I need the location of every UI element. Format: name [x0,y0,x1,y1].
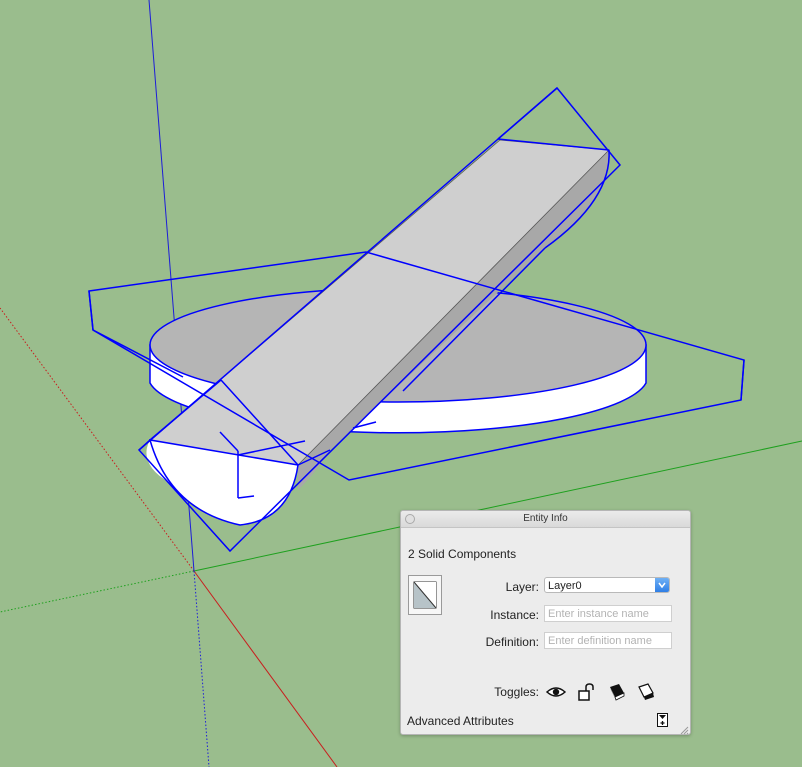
selection-summary: 2 Solid Components [408,547,517,561]
cast-shadows-icon [638,683,654,700]
entity-info-panel: Entity Info 2 Solid Components Layer: La… [400,510,691,735]
expand-advanced-button[interactable] [657,713,668,727]
layer-value: Layer0 [548,580,582,592]
receive-shadows-toggle[interactable] [607,683,627,701]
definition-label: Definition: [485,635,539,649]
resize-grip-icon[interactable] [680,724,689,735]
advanced-attributes-label: Advanced Attributes [407,714,514,728]
cast-shadows-toggle[interactable] [636,683,656,701]
material-swatch-icon [413,581,437,609]
panel-title: Entity Info [523,513,568,524]
toggles-label: Toggles: [494,685,539,699]
red-axis [193,570,338,767]
panel-titlebar[interactable]: Entity Info [401,511,690,528]
chevron-down-icon [655,578,669,592]
eye-icon [545,687,567,697]
instance-label: Instance: [490,608,539,622]
expand-icon [657,713,668,727]
unlock-icon [578,683,594,701]
receive-shadows-icon [610,684,625,701]
visibility-toggle[interactable] [545,683,567,701]
green-axis-hidden [0,570,195,613]
lock-toggle[interactable] [577,683,597,701]
definition-name-input[interactable] [544,632,672,649]
close-button[interactable] [405,514,415,524]
component-thumbnail[interactable] [408,575,442,615]
layer-dropdown[interactable]: Layer0 [544,577,670,593]
instance-name-input[interactable] [544,605,672,622]
layer-label: Layer: [505,580,539,594]
blue-axis-hidden [193,570,210,767]
